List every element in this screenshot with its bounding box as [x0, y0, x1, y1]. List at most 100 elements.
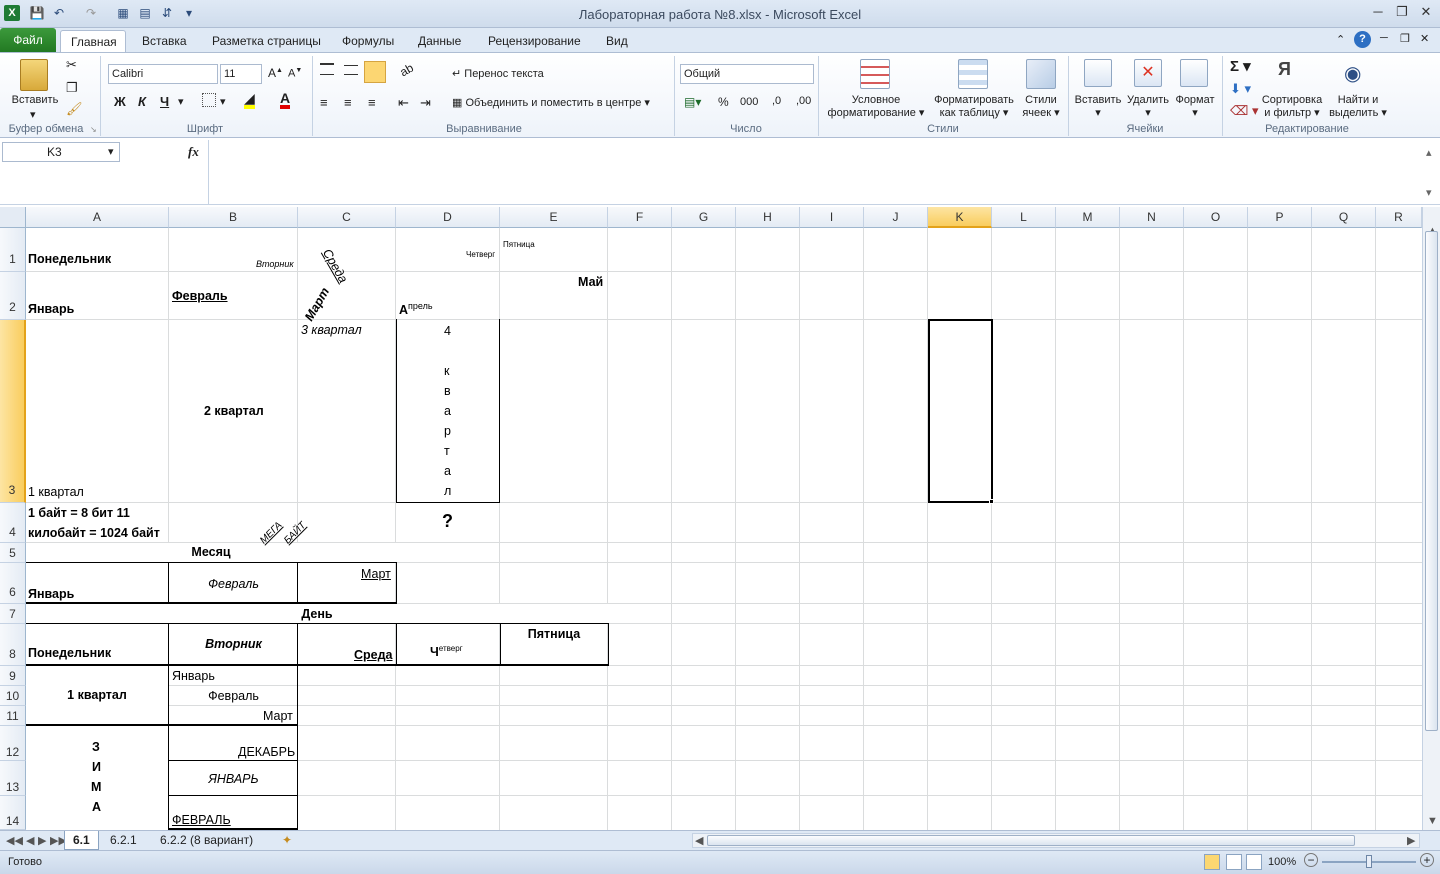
- autosum-icon[interactable]: Σ ▾: [1230, 57, 1251, 75]
- cell-b10[interactable]: Февраль: [169, 689, 298, 703]
- tab-file[interactable]: Файл: [0, 28, 56, 53]
- help-icon[interactable]: ?: [1354, 31, 1371, 48]
- fill-handle[interactable]: [989, 499, 994, 504]
- insert-cells-button[interactable]: Вставить ▾: [1072, 94, 1124, 120]
- column-header[interactable]: J: [864, 207, 928, 228]
- cell-b9[interactable]: Январь: [172, 669, 215, 683]
- number-format-combo[interactable]: Общий: [680, 64, 814, 84]
- cell-d2[interactable]: Апрель: [399, 301, 433, 317]
- cell-a1[interactable]: Понедельник: [28, 252, 111, 266]
- tab-formulas[interactable]: Формулы: [332, 30, 404, 53]
- align-top-icon[interactable]: [320, 63, 334, 75]
- sort-filter-button[interactable]: Сортировка и фильтр ▾: [1256, 94, 1328, 120]
- column-header[interactable]: E: [500, 207, 608, 228]
- page-break-view-icon[interactable]: [1246, 854, 1262, 870]
- column-header[interactable]: D: [396, 207, 500, 228]
- column-header[interactable]: P: [1248, 207, 1312, 228]
- bold-button[interactable]: Ж: [114, 94, 126, 109]
- cell-a7[interactable]: День: [26, 607, 608, 621]
- tab-home[interactable]: Главная: [60, 30, 126, 53]
- cell-b6[interactable]: Февраль: [169, 577, 298, 591]
- zoom-level[interactable]: 100%: [1268, 856, 1296, 868]
- cell-a12-char-3[interactable]: А: [92, 800, 101, 814]
- formula-input[interactable]: [208, 140, 1422, 204]
- column-header[interactable]: G: [672, 207, 736, 228]
- paste-icon[interactable]: [20, 59, 48, 91]
- scroll-thumb[interactable]: [1425, 231, 1438, 731]
- column-header[interactable]: O: [1184, 207, 1248, 228]
- align-center-icon[interactable]: ≡: [344, 95, 352, 110]
- cell-b8[interactable]: Вторник: [169, 637, 298, 651]
- conditional-formatting-icon[interactable]: [860, 59, 890, 89]
- cell-a3[interactable]: 1 квартал: [28, 485, 84, 499]
- font-color-icon[interactable]: A: [280, 91, 291, 109]
- column-header[interactable]: A: [26, 207, 169, 228]
- format-cells-button[interactable]: Формат ▾: [1170, 94, 1220, 120]
- normal-view-icon[interactable]: [1204, 854, 1220, 870]
- name-box-dropdown-icon[interactable]: ▾: [108, 145, 114, 158]
- cell-e8[interactable]: Пятница: [500, 627, 608, 641]
- cell-c1[interactable]: Среда: [320, 247, 350, 286]
- orientation-icon[interactable]: ab: [397, 61, 416, 80]
- format-painter-icon[interactable]: 🖌: [66, 101, 83, 117]
- cell-d1[interactable]: Четверг: [466, 250, 495, 259]
- align-right-icon[interactable]: ≡: [368, 95, 376, 110]
- underline-dropdown-icon[interactable]: ▾: [178, 95, 184, 108]
- cell-a2[interactable]: Январь: [28, 302, 74, 316]
- cell-b13[interactable]: ЯНВАРЬ: [169, 772, 298, 786]
- doc-restore-icon[interactable]: ❐: [1400, 32, 1410, 45]
- row-header[interactable]: 8: [0, 624, 26, 666]
- font-name-combo[interactable]: Calibri: [108, 64, 218, 84]
- cell-c2[interactable]: Март: [302, 285, 332, 323]
- worksheet-grid[interactable]: A B C D E F G H I J K L M N O P Q R 1 2 …: [0, 207, 1422, 830]
- column-header[interactable]: Q: [1312, 207, 1376, 228]
- minimize-button[interactable]: ─: [1366, 4, 1390, 22]
- cell-c3[interactable]: 3 квартал: [301, 323, 362, 337]
- collapse-formula-bar-icon[interactable]: ▾: [1426, 186, 1432, 199]
- clear-icon[interactable]: ⌫ ▾: [1230, 103, 1259, 119]
- scroll-down-icon[interactable]: ▼: [1427, 815, 1438, 827]
- cell-styles-button[interactable]: Стили ячеек ▾: [1018, 94, 1064, 120]
- decrease-decimal-icon[interactable]: ,00: [796, 95, 811, 107]
- currency-icon[interactable]: ▤▾: [684, 95, 701, 109]
- conditional-formatting-button[interactable]: Условное форматирование ▾: [820, 94, 932, 120]
- cell-d4[interactable]: ?: [442, 511, 453, 532]
- delete-cells-icon[interactable]: ✕: [1134, 59, 1162, 87]
- delete-cells-button[interactable]: Удалить ▾: [1122, 94, 1174, 120]
- cell-d3-char-6[interactable]: т: [444, 444, 450, 458]
- minimize-ribbon-icon[interactable]: ⌃: [1336, 33, 1345, 46]
- clipboard-dialog-launcher-icon[interactable]: ↘: [90, 125, 97, 134]
- cell-b14[interactable]: ФЕВРАЛЬ: [172, 813, 231, 827]
- copy-icon[interactable]: ❐: [66, 80, 78, 96]
- tab-page-layout[interactable]: Разметка страницы: [202, 30, 331, 53]
- cell-a4-line1[interactable]: 1 байт = 8 бит 11: [28, 506, 130, 520]
- cell-styles-icon[interactable]: [1026, 59, 1056, 89]
- scroll-right-icon[interactable]: ▶: [1407, 834, 1415, 847]
- align-middle-icon[interactable]: [344, 65, 358, 75]
- row-header[interactable]: 1: [0, 228, 26, 272]
- cell-d3-char-0[interactable]: 4: [444, 324, 451, 338]
- increase-decimal-icon[interactable]: ,0: [772, 95, 781, 107]
- cell-a6[interactable]: Январь: [28, 587, 74, 601]
- horizontal-scrollbar[interactable]: ◀ ▶: [692, 833, 1420, 848]
- align-bottom-icon[interactable]: [364, 61, 386, 83]
- cell-c8[interactable]: Среда: [354, 648, 393, 662]
- merge-center-button[interactable]: ▦ Объединить и поместить в центре ▾: [452, 96, 650, 109]
- increase-indent-icon[interactable]: ⇥: [420, 95, 431, 111]
- grow-font-icon[interactable]: A▲: [268, 66, 283, 80]
- insert-sheet-icon[interactable]: ✦: [282, 833, 292, 847]
- column-header-selected[interactable]: K: [928, 207, 992, 228]
- cell-e1[interactable]: Пятница: [503, 240, 535, 249]
- fill-icon[interactable]: ⬇ ▾: [1230, 81, 1251, 97]
- doc-close-icon[interactable]: ✕: [1420, 32, 1429, 45]
- shrink-font-icon[interactable]: A▼: [288, 67, 302, 80]
- column-header[interactable]: H: [736, 207, 800, 228]
- find-select-icon[interactable]: ◉: [1344, 61, 1361, 86]
- column-header[interactable]: M: [1056, 207, 1120, 228]
- cell-b11[interactable]: Март: [263, 709, 293, 723]
- fill-color-icon[interactable]: ◢: [244, 91, 255, 109]
- sheet-tab-6-2-1[interactable]: 6.2.1: [102, 831, 145, 850]
- cell-d3-char-8[interactable]: л: [444, 484, 451, 498]
- cell-a12-char-0[interactable]: З: [92, 740, 100, 754]
- doc-minimize-icon[interactable]: ─: [1380, 32, 1388, 44]
